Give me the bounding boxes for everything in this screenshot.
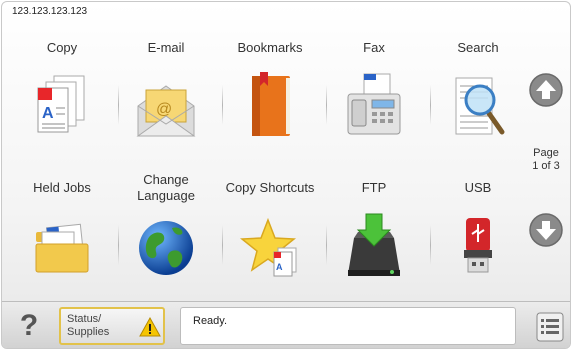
page-indicator: Page 1 of 3 <box>526 147 566 173</box>
app-grid: Copy A E-mail @ Bookmarks Fax Search Hel… <box>14 30 514 300</box>
status-message: Ready. <box>193 315 228 327</box>
fax-icon <box>347 73 401 135</box>
status-label-line2: Supplies <box>67 326 110 338</box>
page-down-button[interactable] <box>528 212 564 248</box>
globe-icon <box>139 221 193 275</box>
app-label: USB <box>464 180 492 195</box>
ftp-icon <box>348 213 400 276</box>
printer-home-screen: 123.123.123.123 Copy A E-mail @ Bookmark… <box>1 1 571 349</box>
app-label: Copy Shortcuts <box>225 180 315 195</box>
page-label: Page <box>533 147 559 159</box>
page-count: 1 of 3 <box>532 160 560 172</box>
app-label: E-mail <box>147 40 185 55</box>
app-search[interactable]: Search <box>430 30 526 160</box>
menu-button[interactable] <box>536 312 564 342</box>
app-change-language[interactable]: Change Language <box>118 170 214 300</box>
app-label: Search <box>457 40 499 55</box>
warning-icon <box>139 317 161 337</box>
page-up-button[interactable] <box>528 72 564 108</box>
usb-icon <box>464 218 492 273</box>
app-ftp[interactable]: FTP <box>326 170 422 300</box>
svg-text:@: @ <box>156 101 172 118</box>
arrow-up-icon <box>529 73 563 107</box>
bookmarks-icon <box>252 72 290 136</box>
search-icon <box>455 77 505 135</box>
status-supplies-label: Status/ Supplies <box>67 313 109 339</box>
ip-address: 123.123.123.123 <box>12 6 88 17</box>
app-held-jobs[interactable]: Held Jobs <box>14 170 110 300</box>
app-fax[interactable]: Fax <box>326 30 422 160</box>
app-bookmarks[interactable]: Bookmarks <box>222 30 318 160</box>
app-label: Copy <box>46 40 78 55</box>
app-label: Bookmarks <box>237 40 303 55</box>
arrow-down-icon <box>529 213 563 247</box>
app-label: Change Language <box>137 172 195 203</box>
svg-text:A: A <box>42 105 54 122</box>
app-usb[interactable]: USB <box>430 170 526 300</box>
app-copy-shortcuts[interactable]: Copy Shortcuts A <box>222 170 318 300</box>
app-copy[interactable]: Copy A <box>14 30 110 160</box>
help-icon: ? <box>19 309 39 342</box>
copy-shortcuts-icon: A <box>240 217 297 277</box>
status-message-box: Ready. <box>180 307 516 345</box>
held-jobs-icon <box>35 223 89 273</box>
help-button[interactable]: ? <box>12 308 46 344</box>
email-icon: @ <box>136 85 196 137</box>
app-email[interactable]: E-mail @ <box>118 30 214 160</box>
bottom-bar: ? Status/ Supplies Ready. <box>2 301 570 348</box>
app-label: Fax <box>363 40 385 55</box>
list-menu-icon <box>536 312 564 342</box>
app-label: Held Jobs <box>33 180 91 195</box>
app-label: FTP <box>361 180 387 195</box>
status-label-line1: Status/ <box>67 313 102 325</box>
copy-icon: A <box>37 75 85 133</box>
svg-text:A: A <box>276 262 283 272</box>
status-supplies-button[interactable]: Status/ Supplies <box>59 307 165 345</box>
